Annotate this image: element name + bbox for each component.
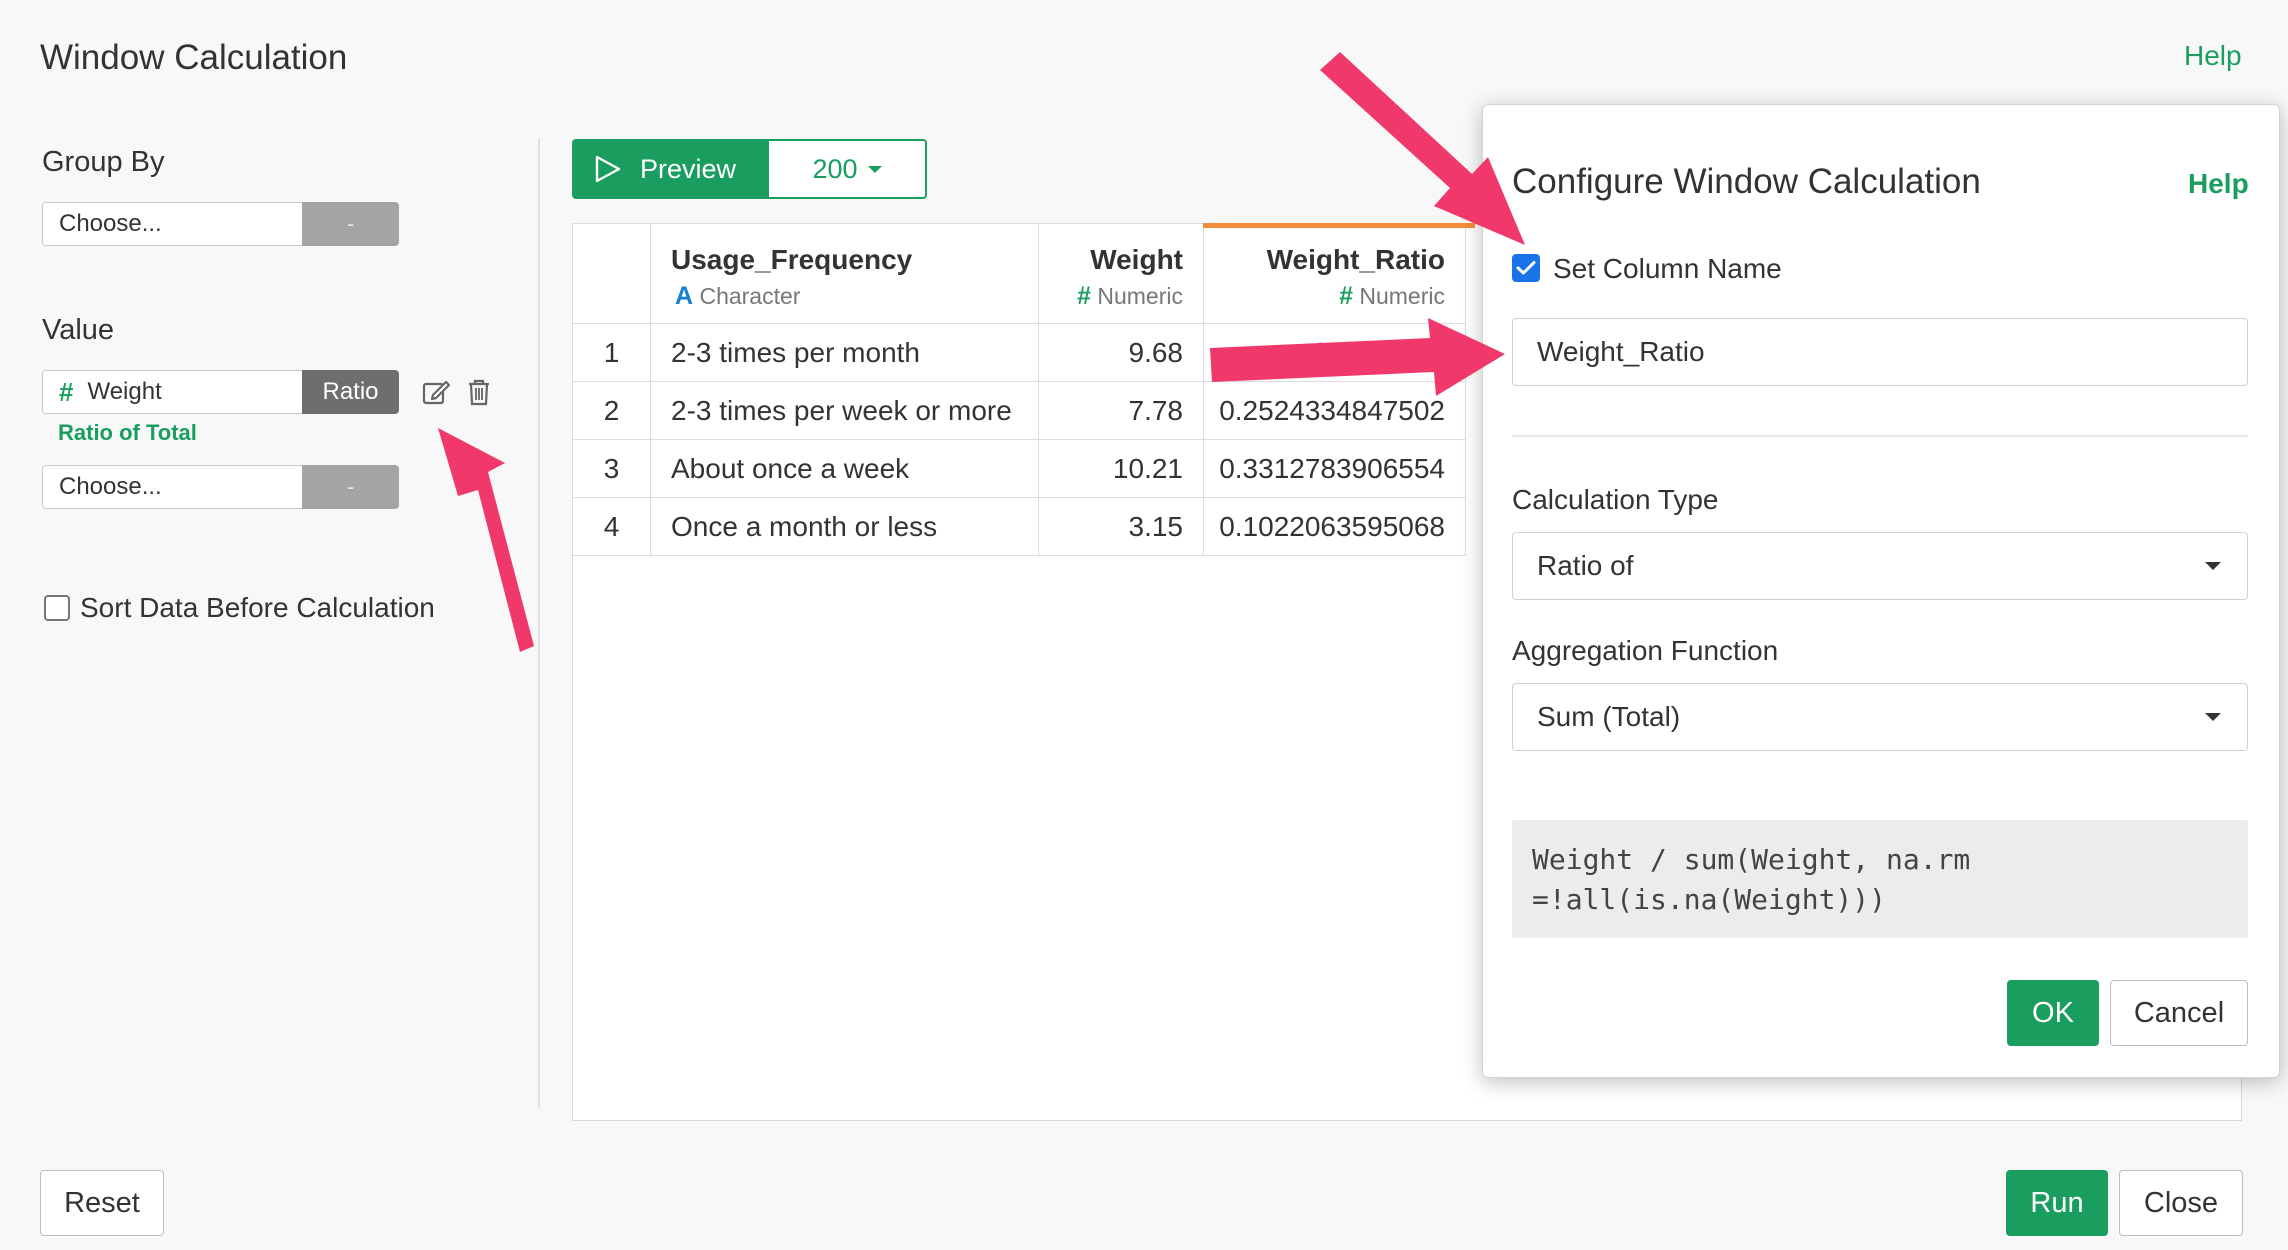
character-type-icon: A — [675, 282, 694, 310]
column-header-weight[interactable]: Weight # Numeric — [1038, 223, 1204, 324]
close-button[interactable]: Close — [2119, 1170, 2243, 1236]
new-column-marker — [1203, 223, 1475, 228]
row-index: 1 — [572, 323, 651, 382]
value-choose[interactable]: Choose... — [42, 465, 302, 509]
row-index: 4 — [572, 497, 651, 556]
hash-icon: # — [1339, 282, 1353, 310]
cell-weight: 7.78 — [1038, 381, 1204, 440]
data-grid: Usage_Frequency A Character Weight # Num… — [572, 223, 1466, 556]
table-row: 1 2-3 times per month 9.68 0.3140817 — [572, 323, 1466, 382]
annotation-arrow — [438, 428, 534, 652]
row-count-dropdown[interactable]: 200 — [767, 139, 927, 199]
cell-ratio: 0.3140817 — [1203, 323, 1466, 382]
group-by-choose[interactable]: Choose... — [42, 202, 302, 246]
run-button[interactable]: Run — [2006, 1170, 2108, 1236]
column-name-input[interactable]: Weight_Ratio — [1512, 318, 2248, 386]
row-index: 3 — [572, 439, 651, 498]
play-icon — [595, 155, 621, 183]
caret-down-icon — [867, 165, 882, 173]
column-name: Usage_Frequency — [671, 244, 913, 275]
group-by-select[interactable]: Choose... - — [42, 202, 399, 246]
value-remove-button[interactable]: - — [302, 465, 399, 509]
cancel-button[interactable]: Cancel — [2110, 980, 2248, 1046]
page-title: Window Calculation — [40, 38, 348, 77]
value-label: Value — [42, 314, 115, 346]
set-column-name-checkbox[interactable] — [1512, 254, 1540, 282]
caret-down-icon — [2205, 713, 2221, 721]
value-item-name[interactable]: # Weight — [42, 370, 302, 414]
group-by-remove-button[interactable]: - — [302, 202, 399, 246]
cell-usage: Once a month or less — [650, 497, 1039, 556]
cell-ratio: 0.2524334847502 — [1203, 381, 1466, 440]
preview-label: Preview — [640, 153, 737, 184]
aggregation-function-value: Sum (Total) — [1537, 701, 1681, 732]
value-select[interactable]: Choose... - — [42, 465, 399, 509]
sort-data-checkbox[interactable] — [44, 595, 70, 621]
set-column-name-label: Set Column Name — [1553, 253, 1782, 284]
calculation-type-value: Ratio of — [1537, 550, 1634, 581]
calculation-type-select[interactable]: Ratio of — [1512, 532, 2248, 600]
cell-weight: 10.21 — [1038, 439, 1204, 498]
column-type: Character — [699, 283, 801, 309]
value-item-subtitle: Ratio of Total — [58, 420, 197, 445]
cell-usage: 2-3 times per week or more — [650, 381, 1039, 440]
cell-usage: About once a week — [650, 439, 1039, 498]
preview-button[interactable]: Preview — [572, 139, 768, 199]
hash-icon: # — [1077, 282, 1091, 310]
aggregation-function-label: Aggregation Function — [1512, 635, 1779, 666]
reset-button[interactable]: Reset — [40, 1170, 164, 1236]
index-header — [572, 223, 651, 324]
checkmark-icon — [1516, 261, 1536, 275]
column-name: Weight_Ratio — [1266, 244, 1445, 275]
column-header-usage[interactable]: Usage_Frequency A Character — [650, 223, 1039, 324]
panel-divider — [538, 138, 540, 1108]
help-link[interactable]: Help — [2184, 40, 2242, 72]
row-count-value: 200 — [812, 153, 858, 184]
dialog-title: Configure Window Calculation — [1512, 162, 1981, 201]
row-index: 2 — [572, 381, 651, 440]
value-type-button[interactable]: Ratio — [302, 370, 399, 414]
dialog-divider — [1512, 435, 2248, 437]
table-row: 3 About once a week 10.21 0.331278390655… — [572, 439, 1466, 498]
column-type: Numeric — [1097, 283, 1183, 309]
cell-ratio: 0.1022063595068 — [1203, 497, 1466, 556]
sort-data-label: Sort Data Before Calculation — [80, 592, 435, 623]
column-header-weight-ratio[interactable]: Weight_Ratio # Numeric — [1203, 223, 1466, 324]
code-preview: Weight / sum(Weight, na.rm =!all(is.na(W… — [1512, 820, 2248, 938]
table-row: 2 2-3 times per week or more 7.78 0.2524… — [572, 381, 1466, 440]
aggregation-function-select[interactable]: Sum (Total) — [1512, 683, 2248, 751]
value-item-weight[interactable]: # Weight Ratio — [42, 370, 399, 414]
dialog-help-link[interactable]: Help — [2188, 168, 2249, 200]
caret-down-icon — [2205, 562, 2221, 570]
cell-ratio: 0.3312783906554 — [1203, 439, 1466, 498]
calculation-type-label: Calculation Type — [1512, 484, 1719, 515]
cell-weight: 9.68 — [1038, 323, 1204, 382]
hash-icon: # — [59, 376, 74, 407]
edit-icon[interactable] — [418, 374, 454, 410]
table-row: 4 Once a month or less 3.15 0.1022063595… — [572, 497, 1466, 556]
cell-weight: 3.15 — [1038, 497, 1204, 556]
group-by-label: Group By — [42, 146, 165, 178]
value-item-label: Weight — [87, 378, 162, 405]
ok-button[interactable]: OK — [2007, 980, 2099, 1046]
column-type: Numeric — [1359, 283, 1445, 309]
trash-icon[interactable] — [461, 374, 497, 410]
cell-usage: 2-3 times per month — [650, 323, 1039, 382]
column-name: Weight — [1090, 244, 1183, 275]
